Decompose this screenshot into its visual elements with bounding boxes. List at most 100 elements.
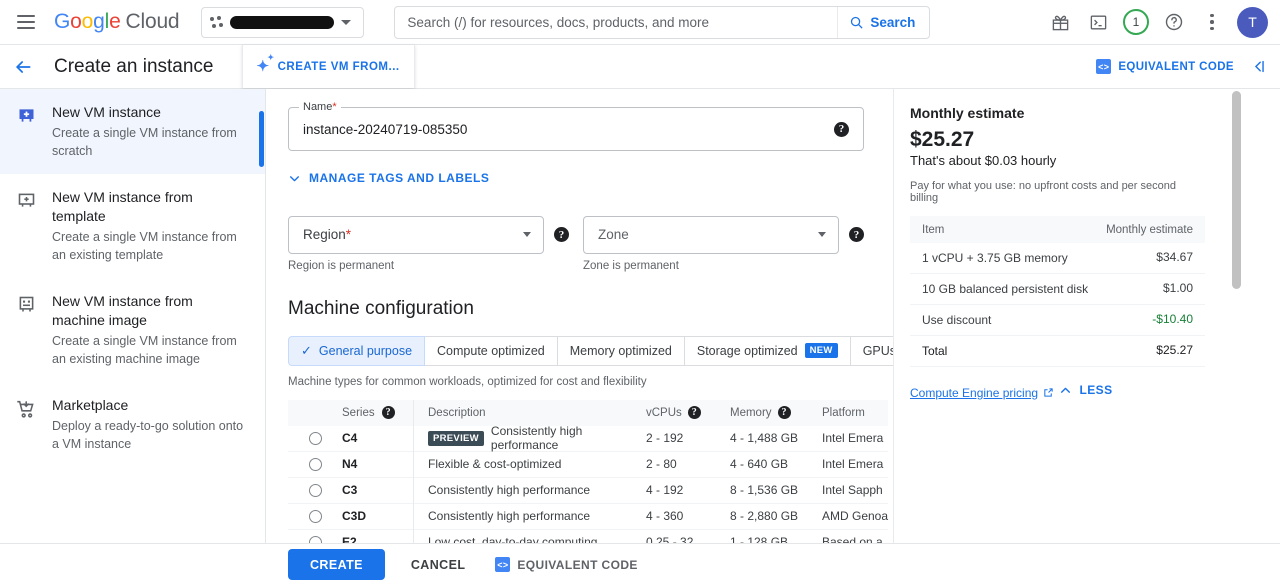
row-description: Consistently high performance xyxy=(428,483,591,497)
chevron-down-icon xyxy=(818,232,826,237)
main-scrollbar[interactable] xyxy=(1231,89,1242,543)
project-name-redacted xyxy=(230,15,335,29)
tab-compute-optimized[interactable]: Compute optimized xyxy=(425,335,558,366)
name-field-legend: Name* xyxy=(299,101,341,113)
region-column: Region* ? Region is permanent xyxy=(288,215,569,272)
code-icon: <> xyxy=(495,557,511,572)
tab-storage-optimized[interactable]: Storage optimized NEW xyxy=(684,335,851,366)
row-vcpus: 0.25 - 32 xyxy=(646,535,694,543)
more-options-icon[interactable] xyxy=(1195,5,1229,39)
row-vcpus: 2 - 192 xyxy=(646,431,684,445)
row-memory: 8 - 1,536 GB xyxy=(730,483,799,497)
global-search[interactable]: Search xyxy=(394,5,931,39)
hamburger-icon[interactable] xyxy=(6,2,46,42)
notification-count: 1 xyxy=(1123,9,1149,35)
row-platform: Intel Emera xyxy=(822,431,884,445)
machine-family-description: Machine types for common workloads, opti… xyxy=(288,375,647,388)
sidebar-scrollbar[interactable] xyxy=(259,111,264,167)
estimate-table: Item Monthly estimate 1 vCPU + 3.75 GB m… xyxy=(910,216,1205,367)
region-help-icon[interactable]: ? xyxy=(554,227,569,242)
new-vm-from-template-icon xyxy=(14,188,38,264)
header-series: Series ? xyxy=(342,399,414,426)
sidebar-item-desc: Create a single VM instance from scratch xyxy=(52,126,237,158)
table-row[interactable]: E2 Low cost, day-to-day computing 0.25 -… xyxy=(288,529,888,543)
estimate-item-label: 1 vCPU + 3.75 GB memory xyxy=(922,251,1068,265)
name-input[interactable] xyxy=(303,121,834,137)
avatar[interactable]: T xyxy=(1237,6,1268,38)
scrollbar-thumb[interactable] xyxy=(1232,91,1241,289)
estimate-item-label: 10 GB balanced persistent disk xyxy=(922,282,1089,296)
compute-engine-pricing-link[interactable]: Compute Engine pricing xyxy=(910,386,1054,400)
sidebar-item-title: Marketplace xyxy=(52,397,129,413)
row-memory: 4 - 640 GB xyxy=(730,457,789,471)
sidebar-item-title: New VM instance from template xyxy=(52,189,193,224)
estimate-header-value: Monthly estimate xyxy=(1106,223,1193,236)
sidebar-item-new-vm-from-template[interactable]: New VM instance from template Create a s… xyxy=(0,174,265,278)
create-vm-from-button[interactable]: ✦ ✦ CREATE VM FROM... xyxy=(241,45,415,88)
help-icon[interactable] xyxy=(1157,5,1191,39)
table-row[interactable]: C4 PREVIEW Consistently high performance… xyxy=(288,424,888,452)
bottom-bar-left-spacer xyxy=(0,543,266,585)
sidebar-item-new-vm-instance[interactable]: New VM instance Create a single VM insta… xyxy=(0,89,265,174)
name-field-row: Name* ? xyxy=(288,101,864,151)
row-vcpus: 4 - 192 xyxy=(646,483,684,497)
table-row[interactable]: C3 Consistently high performance 4 - 192… xyxy=(288,477,888,504)
estimate-less-toggle[interactable]: LESS xyxy=(1059,383,1113,397)
search-input[interactable] xyxy=(395,6,838,38)
row-radio[interactable] xyxy=(288,431,342,445)
project-picker[interactable] xyxy=(201,6,365,38)
header-description: Description xyxy=(428,406,486,419)
sidebar-item-desc: Create a single VM instance from an exis… xyxy=(52,230,237,262)
row-radio[interactable] xyxy=(288,457,342,471)
cancel-button[interactable]: CANCEL xyxy=(395,549,481,580)
series-help-icon[interactable]: ? xyxy=(381,406,395,419)
region-select[interactable]: Region* xyxy=(288,215,544,254)
estimate-row: Use discount -$10.40 xyxy=(910,305,1205,336)
row-radio[interactable] xyxy=(288,535,342,543)
estimate-item-label: Use discount xyxy=(922,313,992,327)
estimate-item-value: $34.67 xyxy=(1156,250,1193,264)
equivalent-code-top-button[interactable]: <> EQUIVALENT CODE xyxy=(1096,59,1234,74)
machine-family-tabs: ✓ General purpose Compute optimized Memo… xyxy=(288,335,910,366)
row-description: Low cost, day-to-day computing xyxy=(428,535,598,543)
tab-memory-optimized[interactable]: Memory optimized xyxy=(557,335,685,366)
estimate-row: 10 GB balanced persistent disk $1.00 xyxy=(910,274,1205,305)
region-hint: Region is permanent xyxy=(288,259,395,272)
memory-help-icon[interactable]: ? xyxy=(777,406,791,419)
google-cloud-logo[interactable]: Google Cloud xyxy=(54,10,180,34)
collapse-panel-icon[interactable] xyxy=(1244,52,1274,82)
row-series: E2 xyxy=(342,529,414,543)
row-radio[interactable] xyxy=(288,483,342,497)
pricing-link-label: Compute Engine pricing xyxy=(910,385,1039,400)
row-memory: 4 - 1,488 GB xyxy=(730,431,799,445)
new-badge: NEW xyxy=(804,343,838,358)
create-button[interactable]: CREATE xyxy=(288,549,385,580)
sidebar-item-new-vm-from-machine-image[interactable]: New VM instance from machine image Creat… xyxy=(0,278,265,382)
table-row[interactable]: N4 Flexible & cost-optimized 2 - 80 4 - … xyxy=(288,451,888,478)
manage-tags-toggle[interactable]: MANAGE TAGS AND LABELS xyxy=(288,171,489,185)
instance-form: Name* ? MANAGE TAGS AND LABELS xyxy=(266,89,910,543)
header-vcpus: vCPUs ? xyxy=(646,406,730,419)
chevron-down-icon xyxy=(341,19,352,25)
row-series: C4 xyxy=(342,425,414,451)
notifications-icon[interactable]: 1 xyxy=(1119,5,1153,39)
zone-help-icon[interactable]: ? xyxy=(849,227,864,242)
name-help-icon[interactable]: ? xyxy=(834,121,849,137)
row-radio[interactable] xyxy=(288,509,342,523)
table-row[interactable]: C3D Consistently high performance 4 - 36… xyxy=(288,503,888,530)
zone-select[interactable]: Zone xyxy=(583,215,839,254)
name-field[interactable]: Name* ? xyxy=(288,101,864,151)
search-button[interactable]: Search xyxy=(837,6,929,38)
sidebar-item-marketplace[interactable]: Marketplace Deploy a ready-to-go solutio… xyxy=(0,382,265,467)
sidebar-item-desc: Create a single VM instance from an exis… xyxy=(52,334,237,366)
back-arrow-icon[interactable] xyxy=(6,50,40,84)
tab-general-purpose[interactable]: ✓ General purpose xyxy=(288,335,426,366)
new-vm-from-machine-image-icon xyxy=(14,292,38,368)
brand-cloud-text: Cloud xyxy=(125,10,180,33)
code-icon: <> xyxy=(1096,59,1112,74)
gift-icon[interactable] xyxy=(1043,5,1077,39)
cloud-shell-icon[interactable] xyxy=(1081,5,1115,39)
equivalent-code-bottom-button[interactable]: <> EQUIVALENT CODE xyxy=(495,557,637,572)
chevron-up-icon xyxy=(1060,387,1070,393)
vcpus-help-icon[interactable]: ? xyxy=(687,406,701,419)
